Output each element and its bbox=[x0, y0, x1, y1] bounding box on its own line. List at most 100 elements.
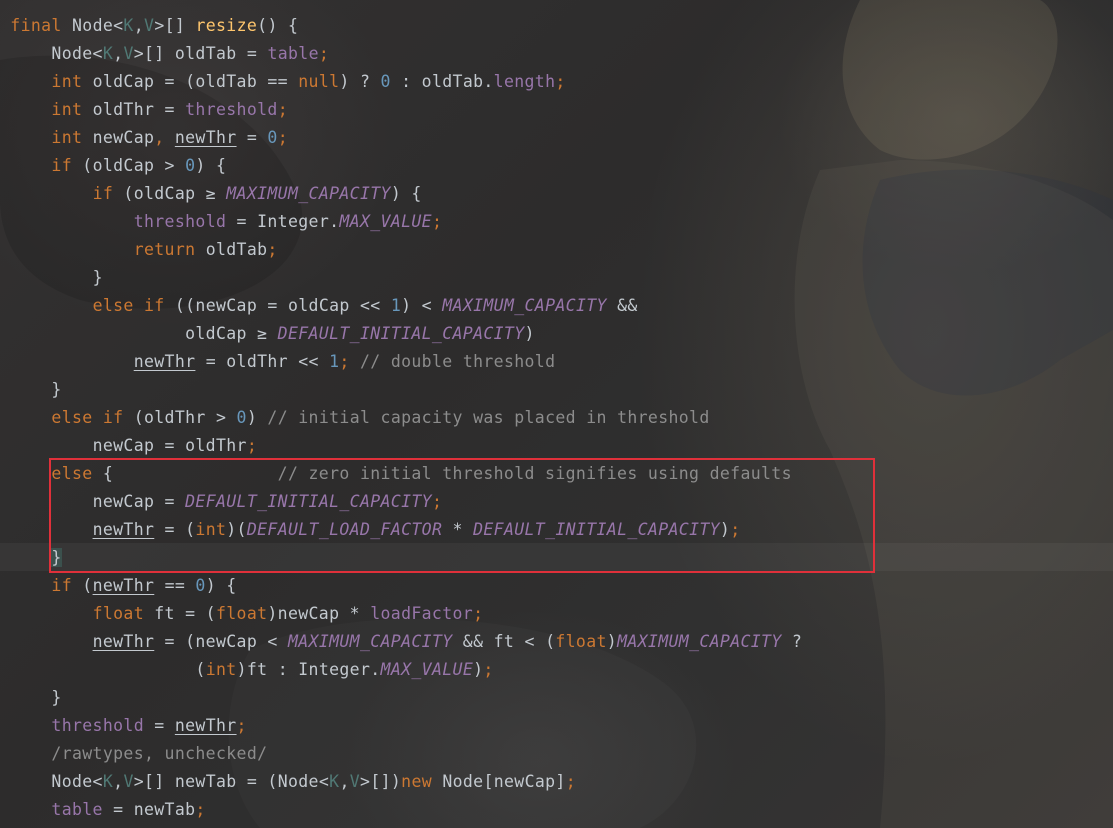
code-line[interactable]: newThr = oldThr << 1; // double threshol… bbox=[0, 348, 802, 376]
code-line[interactable]: threshold = Integer.MAX_VALUE; bbox=[0, 208, 802, 236]
code-token: Node< bbox=[51, 772, 103, 791]
code-token: /rawtypes, unchecked/ bbox=[51, 744, 268, 763]
code-token: Node[newCap] bbox=[442, 772, 566, 791]
code-token: = bbox=[236, 128, 268, 147]
code-token: ; bbox=[318, 44, 330, 63]
code-token: MAX_VALUE bbox=[380, 660, 474, 679]
code-token: 0 bbox=[195, 576, 206, 595]
code-token: (oldCap > bbox=[82, 156, 186, 175]
code-token: V bbox=[123, 44, 134, 63]
code-line[interactable]: } bbox=[0, 376, 802, 404]
code-token: )newCap * bbox=[267, 604, 371, 623]
code-token: ) { bbox=[205, 576, 237, 595]
code-token: int bbox=[51, 100, 93, 119]
code-token: (oldCap ≥ bbox=[123, 184, 227, 203]
code-token: resize bbox=[195, 16, 258, 35]
code-token: K bbox=[102, 772, 114, 791]
code-line[interactable]: return oldTab; bbox=[0, 236, 802, 264]
code-token: table bbox=[267, 44, 319, 63]
code-token: () { bbox=[257, 16, 299, 35]
code-token: (oldThr > bbox=[133, 408, 237, 427]
code-line[interactable]: float ft = (float)newCap * loadFactor; bbox=[0, 600, 802, 628]
code-token: newCap bbox=[92, 128, 155, 147]
code-token: = oldThr << bbox=[195, 352, 330, 371]
code-token: int bbox=[51, 128, 93, 147]
code-token: MAXIMUM_CAPACITY bbox=[287, 632, 453, 651]
code-token: new bbox=[401, 772, 443, 791]
code-line[interactable]: /rawtypes, unchecked/ bbox=[0, 740, 802, 768]
code-editor[interactable]: final Node<K,V>[] resize() { Node<K,V>[]… bbox=[0, 0, 1113, 828]
code-token: if bbox=[51, 156, 83, 175]
code-token: table bbox=[51, 800, 103, 819]
code-line[interactable]: table = newTab; bbox=[0, 796, 802, 824]
code-token: oldCap ≥ bbox=[185, 324, 278, 343]
code-line[interactable]: (int)ft : Integer.MAX_VALUE); bbox=[0, 656, 802, 684]
code-token: : oldTab. bbox=[390, 72, 494, 91]
code-token: ; bbox=[339, 352, 360, 371]
code-token: ; bbox=[473, 604, 484, 623]
code-token: oldCap = (oldTab == bbox=[92, 72, 299, 91]
code-line[interactable]: } bbox=[0, 264, 802, 292]
code-token: ( bbox=[82, 576, 93, 595]
code-area[interactable]: final Node<K,V>[] resize() { Node<K,V>[]… bbox=[0, 12, 802, 824]
code-token: MAXIMUM_CAPACITY bbox=[442, 296, 607, 315]
code-token: = Integer. bbox=[226, 212, 340, 231]
code-token: MAXIMUM_CAPACITY bbox=[617, 632, 782, 651]
code-token: == bbox=[154, 576, 196, 595]
code-token: Node< bbox=[51, 44, 103, 63]
code-token: ) bbox=[524, 324, 535, 343]
code-token: , bbox=[133, 16, 145, 35]
code-token: >[] newTab = (Node< bbox=[133, 772, 330, 791]
code-token: threshold bbox=[51, 716, 144, 735]
code-token: 0 bbox=[267, 128, 278, 147]
code-token: else if bbox=[92, 296, 175, 315]
code-token: newThr bbox=[92, 632, 155, 651]
code-token: DEFAULT_INITIAL_CAPACITY bbox=[277, 324, 525, 343]
code-line[interactable]: int oldCap = (oldTab == null) ? 0 : oldT… bbox=[0, 68, 802, 96]
code-line[interactable]: int oldThr = threshold; bbox=[0, 96, 802, 124]
code-line[interactable]: if (oldCap ≥ MAXIMUM_CAPACITY) { bbox=[0, 180, 802, 208]
code-line[interactable]: if (oldCap > 0) { bbox=[0, 152, 802, 180]
code-token: ((newCap = oldCap << bbox=[174, 296, 391, 315]
code-token: ) < bbox=[401, 296, 443, 315]
code-line[interactable]: threshold = newThr; bbox=[0, 712, 802, 740]
code-line[interactable]: final Node<K,V>[] resize() { bbox=[0, 12, 802, 40]
code-token: ; bbox=[277, 100, 288, 119]
code-token: Node< bbox=[72, 16, 124, 35]
code-token: , bbox=[339, 772, 350, 791]
code-line[interactable]: Node<K,V>[] oldTab = table; bbox=[0, 40, 802, 68]
code-line[interactable]: Node<K,V>[] newTab = (Node<K,V>[])new No… bbox=[0, 768, 802, 796]
code-line[interactable]: newCap = oldThr; bbox=[0, 432, 802, 460]
code-token: ) bbox=[473, 660, 484, 679]
code-token: else if bbox=[51, 408, 134, 427]
code-token: ft = ( bbox=[154, 604, 216, 623]
code-line[interactable]: } bbox=[0, 684, 802, 712]
code-token: , bbox=[113, 772, 124, 791]
code-token: K bbox=[123, 16, 134, 35]
code-line[interactable]: else if ((newCap = oldCap << 1) < MAXIMU… bbox=[0, 292, 802, 320]
code-token: null bbox=[298, 72, 340, 91]
code-token: = (newCap < bbox=[154, 632, 288, 651]
code-line[interactable]: newThr = (newCap < MAXIMUM_CAPACITY && f… bbox=[0, 628, 802, 656]
code-token: ; bbox=[431, 212, 443, 231]
code-token: } bbox=[51, 688, 62, 707]
code-token: MAX_VALUE bbox=[339, 212, 432, 231]
code-line[interactable]: int newCap, newThr = 0; bbox=[0, 124, 802, 152]
code-line[interactable]: else if (oldThr > 0) // initial capacity… bbox=[0, 404, 802, 432]
code-token: ) { bbox=[390, 184, 422, 203]
code-token: // double threshold bbox=[359, 352, 556, 371]
code-token: ; bbox=[555, 72, 566, 91]
code-line[interactable]: oldCap ≥ DEFAULT_INITIAL_CAPACITY) bbox=[0, 320, 802, 348]
code-line[interactable]: if (newThr == 0) { bbox=[0, 572, 802, 600]
